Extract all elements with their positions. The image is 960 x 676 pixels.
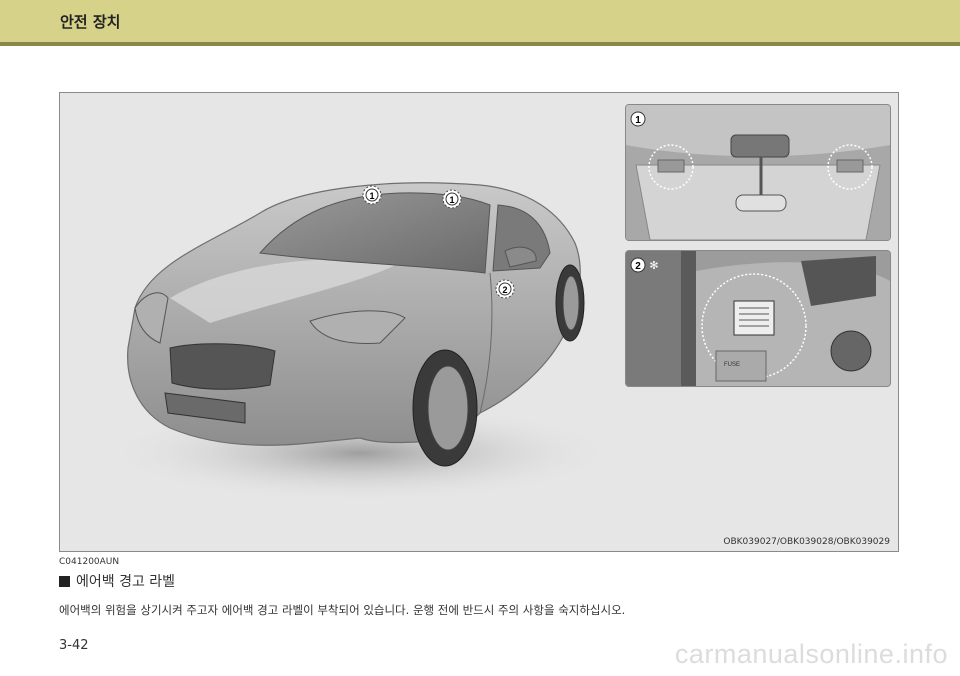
section-body: 에어백의 위험을 상기시켜 주고자 에어백 경고 라벨이 부착되어 있습니다. … <box>59 603 626 617</box>
section-heading-text: 에어백 경고 라벨 <box>76 574 176 590</box>
figure-code: OBK039027/OBK039028/OBK039029 <box>723 537 890 547</box>
header-rule <box>0 42 960 46</box>
page-number: 3-42 <box>59 638 89 653</box>
panel-1-marker: 1 <box>635 115 641 126</box>
panel-2-marker: 2 <box>635 261 641 272</box>
car-illustration: 1 1 2 <box>100 182 620 503</box>
warning-label <box>733 300 775 336</box>
marker-2-label: 2 <box>502 285 507 295</box>
asterisk-icon: ✻ <box>649 260 658 272</box>
grille <box>169 343 276 390</box>
section-heading: 에어백 경고 라벨 <box>59 571 175 591</box>
section-code: C041200AUN <box>59 557 120 567</box>
detail-panel-2: FUSE 2 ✻ <box>625 250 891 387</box>
detail-panel-1: 1 <box>625 104 891 241</box>
square-bullet-icon <box>59 575 70 587</box>
marker-1b-label: 1 <box>449 195 454 205</box>
overhead-console <box>730 134 790 158</box>
airbag-label-figure: 1 1 2 1 FUSE 2 ✻ OBK039027/OBK039028/OBK… <box>59 92 899 552</box>
rearview-mirror <box>735 194 787 212</box>
section-title: 안전 장치 <box>60 13 121 31</box>
watermark: carmanualsonline.info <box>674 639 948 669</box>
dash-vent <box>830 330 872 372</box>
marker-1a-label: 1 <box>369 191 374 201</box>
header-bar: 안전 장치 <box>0 0 960 42</box>
fuse-label: FUSE <box>724 362 740 368</box>
